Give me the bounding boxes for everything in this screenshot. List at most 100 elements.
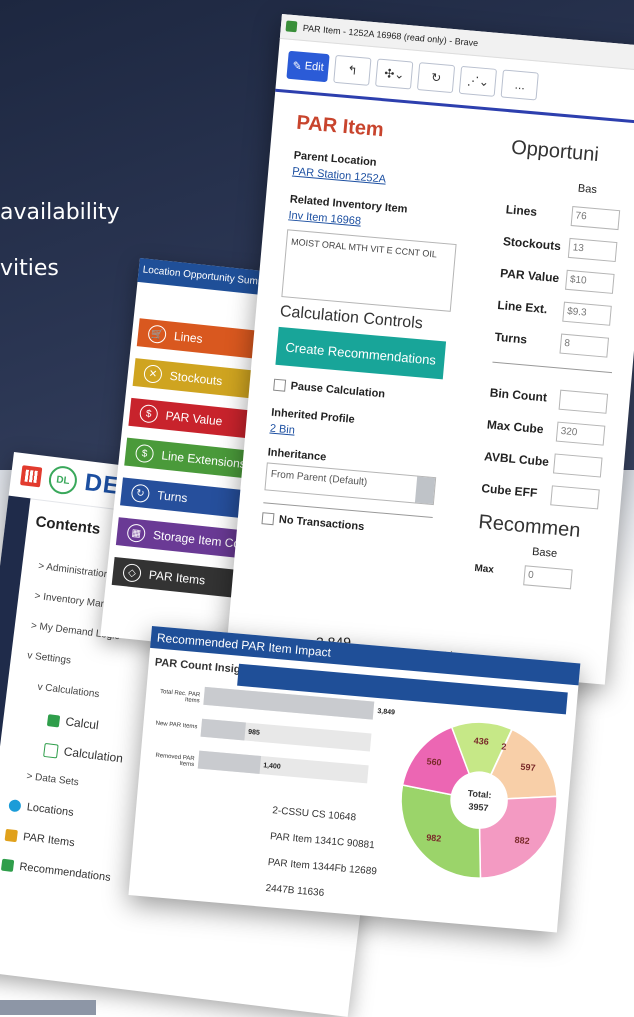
par-value-field[interactable]: $10 — [565, 269, 615, 294]
lines-field[interactable]: 76 — [570, 206, 621, 231]
turns-label: Turns — [494, 329, 528, 347]
cart-icon: 🛒 — [147, 324, 168, 345]
donut-segment-label: 2 — [501, 741, 507, 751]
contents-title: Contents — [34, 513, 102, 539]
los-row-stockouts-label: Stockouts — [169, 368, 223, 389]
donut-segment-label: 436 — [473, 736, 489, 747]
app-grid-icon[interactable] — [20, 465, 43, 488]
bin-count-label: Bin Count — [489, 385, 548, 405]
pause-calculation-checkbox[interactable]: Pause Calculation — [273, 378, 386, 401]
checkbox-box — [261, 512, 275, 526]
pencil-icon: ✎ — [292, 59, 303, 73]
par-item-heading: PAR Item — [295, 111, 385, 142]
opportunities-heading: Opportuni — [510, 136, 600, 167]
pause-calculation-label: Pause Calculation — [290, 380, 386, 401]
base-column-header-2: Base — [531, 545, 558, 561]
bar-value-removed: 1,400 — [262, 762, 282, 771]
nav-locations-label: Locations — [26, 801, 75, 819]
hero-text-line-1: availability — [0, 200, 120, 225]
bar-end-label: 3,849 — [377, 707, 396, 717]
recommended-par-item-impact-panel: Recommended PAR Item Impact PAR Count In… — [128, 626, 581, 933]
link-icon: ↰ — [346, 62, 359, 78]
hero-text-line-2: vities — [0, 256, 59, 281]
network-icon — [8, 799, 22, 813]
los-row-par-value-label: PAR Value — [164, 408, 224, 429]
document-icon — [46, 713, 61, 728]
browser-app-icon — [285, 20, 298, 33]
no-transactions-checkbox[interactable]: No Transactions — [261, 512, 365, 534]
demand-logic-logo: DL — [47, 464, 79, 496]
edit-button-label: Edit — [304, 60, 325, 74]
max-cube-label: Max Cube — [486, 417, 545, 437]
avbl-cube-label: AVBL Cube — [483, 449, 550, 469]
donut-segment-label: 597 — [520, 762, 536, 773]
stockouts-label: Stockouts — [502, 234, 562, 254]
share-dropdown-button[interactable]: ⋰⌄ — [458, 65, 498, 97]
network-icon: ✣⌄ — [383, 66, 406, 82]
network-dropdown-button[interactable]: ✣⌄ — [375, 58, 414, 90]
cart-dollar-icon: $ — [134, 443, 155, 464]
nav-par-items-label: PAR Items — [22, 831, 76, 850]
donut-segment-label: 982 — [426, 832, 442, 843]
bar-new — [200, 718, 246, 741]
item-description-field[interactable]: MOIST ORAL MTH VIT E CCNT OIL — [281, 229, 457, 312]
nav-recommendations-label: Recommendations — [18, 860, 112, 884]
line-ext-label: Line Ext. — [496, 297, 548, 317]
tree-item-calculation-1-label: Calcul — [64, 714, 100, 733]
inheritance-select[interactable]: From Parent (Default) — [264, 462, 437, 506]
donut-segment-label: 560 — [426, 756, 442, 767]
list-item[interactable]: 2447B 11636 — [265, 883, 325, 899]
list-item[interactable]: PAR Item 1341C 90881 — [270, 831, 375, 851]
flag-icon — [0, 858, 15, 873]
share-icon: ⋰⌄ — [466, 73, 490, 90]
max-cube-field[interactable]: 320 — [555, 421, 606, 446]
bar-label-total: Total Rec. PAR Items — [159, 688, 201, 705]
avbl-cube-field[interactable] — [552, 453, 603, 478]
bin-count-field[interactable] — [558, 389, 609, 414]
recommendations-heading: Recommen — [477, 511, 582, 542]
storage-icon: ▦ — [126, 523, 147, 544]
los-row-turns-label: Turns — [156, 488, 189, 506]
base-column-header: Bas — [577, 182, 598, 197]
list-item[interactable]: PAR Item 1344Fb 12689 — [267, 857, 377, 877]
donut-segment-label: 882 — [514, 835, 530, 846]
bar-value-new: 985 — [247, 728, 261, 737]
checkbox-box — [273, 378, 287, 392]
list-item[interactable]: 2-CSSU CS 10648 — [272, 805, 357, 823]
par-item-window: PAR Item - 1252A 16968 (read only) - Bra… — [226, 14, 634, 685]
refresh-icon: ↻ — [430, 70, 442, 86]
cube-eff-field[interactable] — [550, 485, 600, 510]
bar-removed — [197, 750, 262, 774]
los-row-lines-label: Lines — [173, 329, 204, 346]
line-ext-field[interactable]: $9.3 — [562, 301, 612, 326]
max-label: Max — [473, 562, 495, 576]
document-outline-icon — [43, 742, 59, 759]
x-circle-icon: ✕ — [143, 364, 163, 384]
no-transactions-label: No Transactions — [278, 513, 365, 534]
cube-eff-label: Cube EFF — [480, 481, 538, 501]
turns-field[interactable]: 8 — [559, 333, 610, 358]
more-button[interactable]: ... — [500, 69, 540, 101]
bar-track-new — [200, 718, 372, 752]
inheritance-select-value: From Parent (Default) — [270, 468, 368, 489]
related-item-link[interactable]: Inv Item 16968 — [288, 209, 362, 227]
refresh-button[interactable]: ↻ — [417, 62, 456, 94]
edit-button[interactable]: ✎ Edit — [286, 50, 330, 83]
divider — [492, 361, 613, 374]
tree-item-calculation-2-label: Calculation — [63, 744, 124, 766]
lines-label: Lines — [505, 202, 538, 219]
inherited-profile-link[interactable]: 2 Bin — [269, 423, 295, 437]
par-count-donut-chart: 597 882 982 560 436 2 Total: 3957 — [400, 721, 558, 879]
max-field[interactable]: 0 — [523, 565, 573, 590]
par-value-label: PAR Value — [499, 266, 560, 286]
basket-icon — [4, 828, 18, 843]
dollar-circle-icon: $ — [138, 403, 159, 424]
bottom-accent-bar — [0, 1000, 96, 1015]
bar-label-removed: Removed PAR Items — [155, 752, 195, 769]
los-row-par-items-label: PAR Items — [148, 567, 206, 588]
donut-total-value: 3957 — [468, 801, 489, 813]
inheritance-label: Inheritance — [267, 446, 327, 464]
link-button[interactable]: ↰ — [333, 54, 372, 86]
create-recommendations-button[interactable]: Create Recommendations — [275, 326, 447, 380]
stockouts-field[interactable]: 13 — [567, 237, 618, 263]
